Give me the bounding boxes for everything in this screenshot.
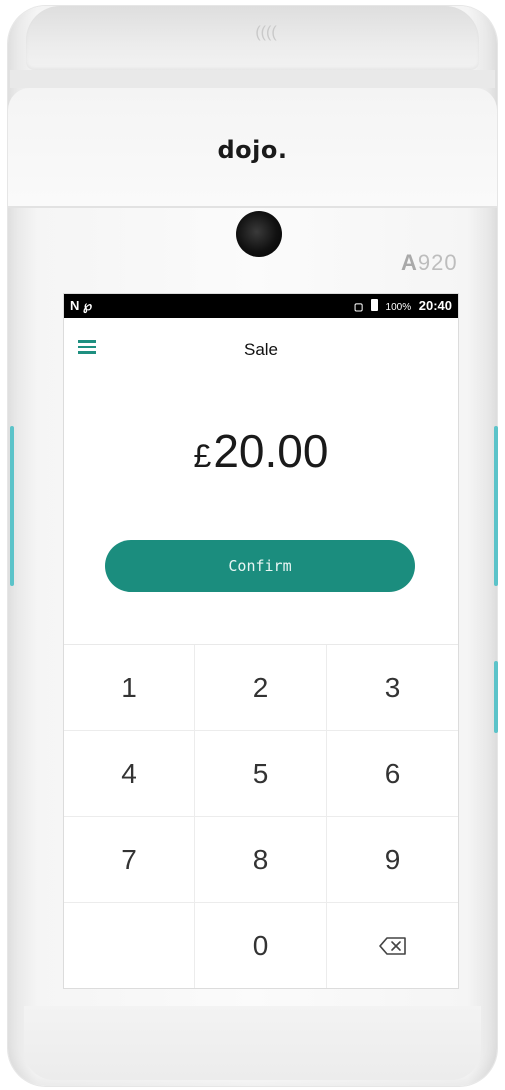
no-sim-icon: ▢	[353, 302, 364, 313]
amount-display: £20.00	[64, 424, 458, 478]
screen: N ℘ ▢ 100% 20:40 Sale £20.00 Confirm 1 2…	[64, 294, 458, 988]
confirm-button[interactable]: Confirm	[105, 540, 415, 592]
side-button[interactable]	[494, 661, 498, 733]
camera-lens	[236, 211, 282, 257]
app-bar: Sale	[64, 318, 458, 374]
backspace-icon	[378, 937, 406, 955]
brand-logo: dojo.	[217, 136, 288, 164]
amount-value: 20.00	[213, 425, 329, 477]
currency-symbol: £	[193, 438, 212, 474]
nfc-reader-top: ((((	[26, 6, 479, 70]
backspace-key[interactable]	[327, 903, 458, 988]
clock: 20:40	[418, 298, 452, 313]
key-6[interactable]: 6	[327, 731, 458, 817]
left-side-accent	[10, 426, 14, 586]
key-9[interactable]: 9	[327, 817, 458, 903]
key-5[interactable]: 5	[195, 731, 327, 817]
key-1[interactable]: 1	[64, 645, 195, 731]
numeric-keypad: 1 2 3 4 5 6 7 8 9 0	[64, 644, 458, 988]
key-7[interactable]: 7	[64, 817, 195, 903]
key-3[interactable]: 3	[327, 645, 458, 731]
key-4[interactable]: 4	[64, 731, 195, 817]
contactless-icon: ((((	[255, 24, 277, 41]
key-empty	[64, 903, 195, 988]
printer-lid: dojo.	[8, 88, 497, 208]
model-label: A920	[401, 250, 458, 275]
battery-percent: 100%	[385, 302, 412, 313]
printer-band	[10, 70, 495, 88]
status-bar: N ℘ ▢ 100% 20:40	[64, 294, 458, 318]
battery-icon	[370, 299, 378, 311]
status-right: ▢ 100% 20:40	[354, 298, 452, 313]
device-base	[24, 1006, 481, 1080]
right-side-accent	[494, 426, 498, 586]
key-0[interactable]: 0	[195, 903, 327, 988]
key-8[interactable]: 8	[195, 817, 327, 903]
page-title: Sale	[243, 340, 279, 359]
status-left-icons: N ℘	[70, 298, 93, 313]
key-2[interactable]: 2	[195, 645, 327, 731]
